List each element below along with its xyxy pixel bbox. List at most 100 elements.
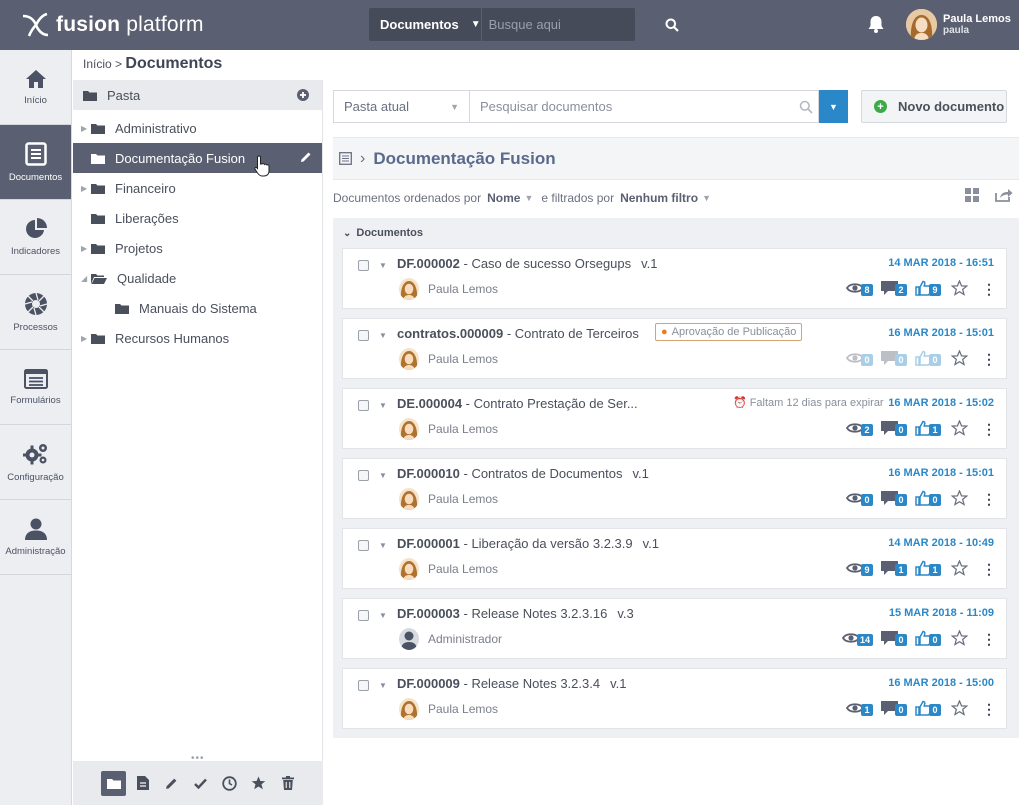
folders-view-button[interactable] (101, 770, 126, 796)
document-row[interactable]: ▼ DF.000009 - Release Notes 3.2.3.4 v.1 16 … (342, 668, 1007, 729)
search-scope-dropdown[interactable]: Documentos ▼ (369, 8, 482, 41)
comments-counter[interactable]: 0 (881, 491, 907, 508)
favorites-view-button[interactable] (246, 771, 271, 796)
nav-inicio[interactable]: Início (0, 50, 71, 125)
document-row[interactable]: ▼ DF.000003 - Release Notes 3.2.3.16 v.3 15… (342, 598, 1007, 659)
document-title[interactable]: DF.000009 - Release Notes 3.2.3.4 v.1 (397, 676, 626, 691)
views-counter[interactable]: 9 (845, 562, 873, 577)
document-title[interactable]: DF.000001 - Liberação da versão 3.2.3.9 v… (397, 536, 659, 551)
star-icon[interactable] (950, 699, 969, 719)
collapse-arrow-icon[interactable]: ◢ (81, 274, 91, 283)
document-row[interactable]: ▼ DF.000001 - Liberação da versão 3.2.3.9… (342, 528, 1007, 589)
star-icon[interactable] (950, 279, 969, 299)
views-counter[interactable]: 2 (845, 422, 873, 437)
resize-handle-icon[interactable]: ••• (191, 753, 205, 764)
expand-arrow-icon[interactable]: ▶ (81, 124, 91, 133)
folder-item-documentacao-fusion[interactable]: Documentação Fusion (73, 143, 322, 177)
folder-item-manuais-do-sistema[interactable]: Manuais do Sistema (73, 293, 322, 323)
nav-formularios[interactable]: Formulários (0, 350, 71, 425)
new-document-button[interactable]: + Novo documento (861, 90, 1007, 123)
document-row[interactable]: ▼ DF.000002 - Caso de sucesso Orsegups v.1… (342, 248, 1007, 309)
likes-counter[interactable]: 0 (915, 490, 941, 509)
add-folder-icon[interactable] (297, 89, 309, 101)
document-title[interactable]: DE.000004 - Contrato Prestação de Ser... (397, 396, 648, 411)
star-icon[interactable] (950, 559, 969, 579)
expand-arrow-icon[interactable]: ▼ (379, 681, 387, 690)
edit-view-button[interactable] (159, 771, 184, 796)
breadcrumb-home[interactable]: Início (83, 57, 112, 71)
more-options-icon[interactable]: ⋮ (982, 561, 996, 578)
star-icon[interactable] (950, 629, 969, 649)
trash-view-button[interactable] (275, 771, 300, 796)
likes-counter[interactable]: 1 (915, 420, 941, 439)
comments-counter[interactable]: 2 (881, 281, 907, 298)
fusion-logo[interactable]: fusion platform (20, 10, 204, 40)
views-counter[interactable]: 14 (841, 632, 873, 647)
advanced-search-dropdown[interactable]: ▼ (819, 90, 848, 123)
views-counter[interactable]: 8 (845, 282, 873, 297)
folder-item-qualidade[interactable]: ◢ Qualidade (73, 263, 322, 293)
nav-processos[interactable]: Processos (0, 275, 71, 350)
row-checkbox[interactable] (358, 540, 369, 551)
expand-arrow-icon[interactable]: ▶ (81, 334, 91, 343)
document-title[interactable]: DF.000003 - Release Notes 3.2.3.16 v.3 (397, 606, 634, 621)
document-title[interactable]: DF.000002 - Caso de sucesso Orsegups v.1 (397, 256, 658, 271)
views-counter[interactable]: 0 (845, 352, 873, 367)
row-checkbox[interactable] (358, 330, 369, 341)
more-options-icon[interactable]: ⋮ (982, 631, 996, 648)
row-checkbox[interactable] (358, 680, 369, 691)
more-options-icon[interactable]: ⋮ (982, 281, 996, 298)
likes-counter[interactable]: 0 (915, 630, 941, 649)
document-row[interactable]: ▼ DE.000004 - Contrato Prestação de Ser..… (342, 388, 1007, 449)
star-icon[interactable] (950, 419, 969, 439)
filter-dropdown[interactable]: Nenhum filtro (620, 191, 698, 205)
folder-item-liberacoes[interactable]: Liberações (73, 203, 322, 233)
pencil-icon[interactable] (300, 151, 312, 163)
sort-order-dropdown[interactable]: Nome (487, 191, 520, 205)
comments-counter[interactable]: 0 (881, 351, 907, 368)
nav-administracao[interactable]: Administração (0, 500, 71, 575)
row-checkbox[interactable] (358, 470, 369, 481)
likes-counter[interactable]: 0 (915, 700, 941, 719)
document-title[interactable]: contratos.000009 - Contrato de Terceiros (397, 326, 649, 341)
search-icon[interactable] (794, 100, 818, 114)
row-checkbox[interactable] (358, 610, 369, 621)
nav-configuracao[interactable]: Configuração (0, 425, 71, 500)
expand-arrow-icon[interactable]: ▼ (379, 541, 387, 550)
share-icon[interactable] (995, 188, 1013, 205)
files-view-button[interactable] (130, 771, 155, 796)
more-options-icon[interactable]: ⋮ (982, 701, 996, 718)
star-icon[interactable] (950, 349, 969, 369)
bell-icon[interactable] (866, 14, 886, 34)
nav-documentos[interactable]: Documentos (0, 125, 71, 200)
views-counter[interactable]: 1 (845, 702, 873, 717)
views-counter[interactable]: 0 (845, 492, 873, 507)
search-input[interactable] (481, 8, 665, 41)
folder-item-projetos[interactable]: ▶ Projetos (73, 233, 322, 263)
document-search-input[interactable] (470, 99, 794, 114)
likes-counter[interactable]: 9 (915, 280, 941, 299)
document-row[interactable]: ▼ DF.000010 - Contratos de Documentos v.1 1… (342, 458, 1007, 519)
document-title[interactable]: DF.000010 - Contratos de Documentos v.1 (397, 466, 649, 481)
comments-counter[interactable]: 0 (881, 631, 907, 648)
comments-counter[interactable]: 0 (881, 701, 907, 718)
star-icon[interactable] (950, 489, 969, 509)
comments-counter[interactable]: 1 (881, 561, 907, 578)
more-options-icon[interactable]: ⋮ (982, 351, 996, 368)
likes-counter[interactable]: 0 (915, 350, 941, 369)
user-menu[interactable]: Paula Lemos paula (906, 9, 1011, 40)
folder-item-administrativo[interactable]: ▶ Administrativo (73, 113, 322, 143)
folder-item-financeiro[interactable]: ▶ Financeiro (73, 173, 322, 203)
more-options-icon[interactable]: ⋮ (982, 421, 996, 438)
row-checkbox[interactable] (358, 400, 369, 411)
search-button[interactable] (665, 8, 679, 41)
row-checkbox[interactable] (358, 260, 369, 271)
expand-arrow-icon[interactable]: ▶ (81, 184, 91, 193)
more-options-icon[interactable]: ⋮ (982, 491, 996, 508)
expand-arrow-icon[interactable]: ▼ (379, 401, 387, 410)
expand-arrow-icon[interactable]: ▼ (379, 611, 387, 620)
approval-view-button[interactable] (188, 771, 213, 796)
document-row[interactable]: ▼ contratos.000009 - Contrato de Terceiro… (342, 318, 1007, 379)
nav-indicadores[interactable]: Indicadores (0, 200, 71, 275)
likes-counter[interactable]: 1 (915, 560, 941, 579)
